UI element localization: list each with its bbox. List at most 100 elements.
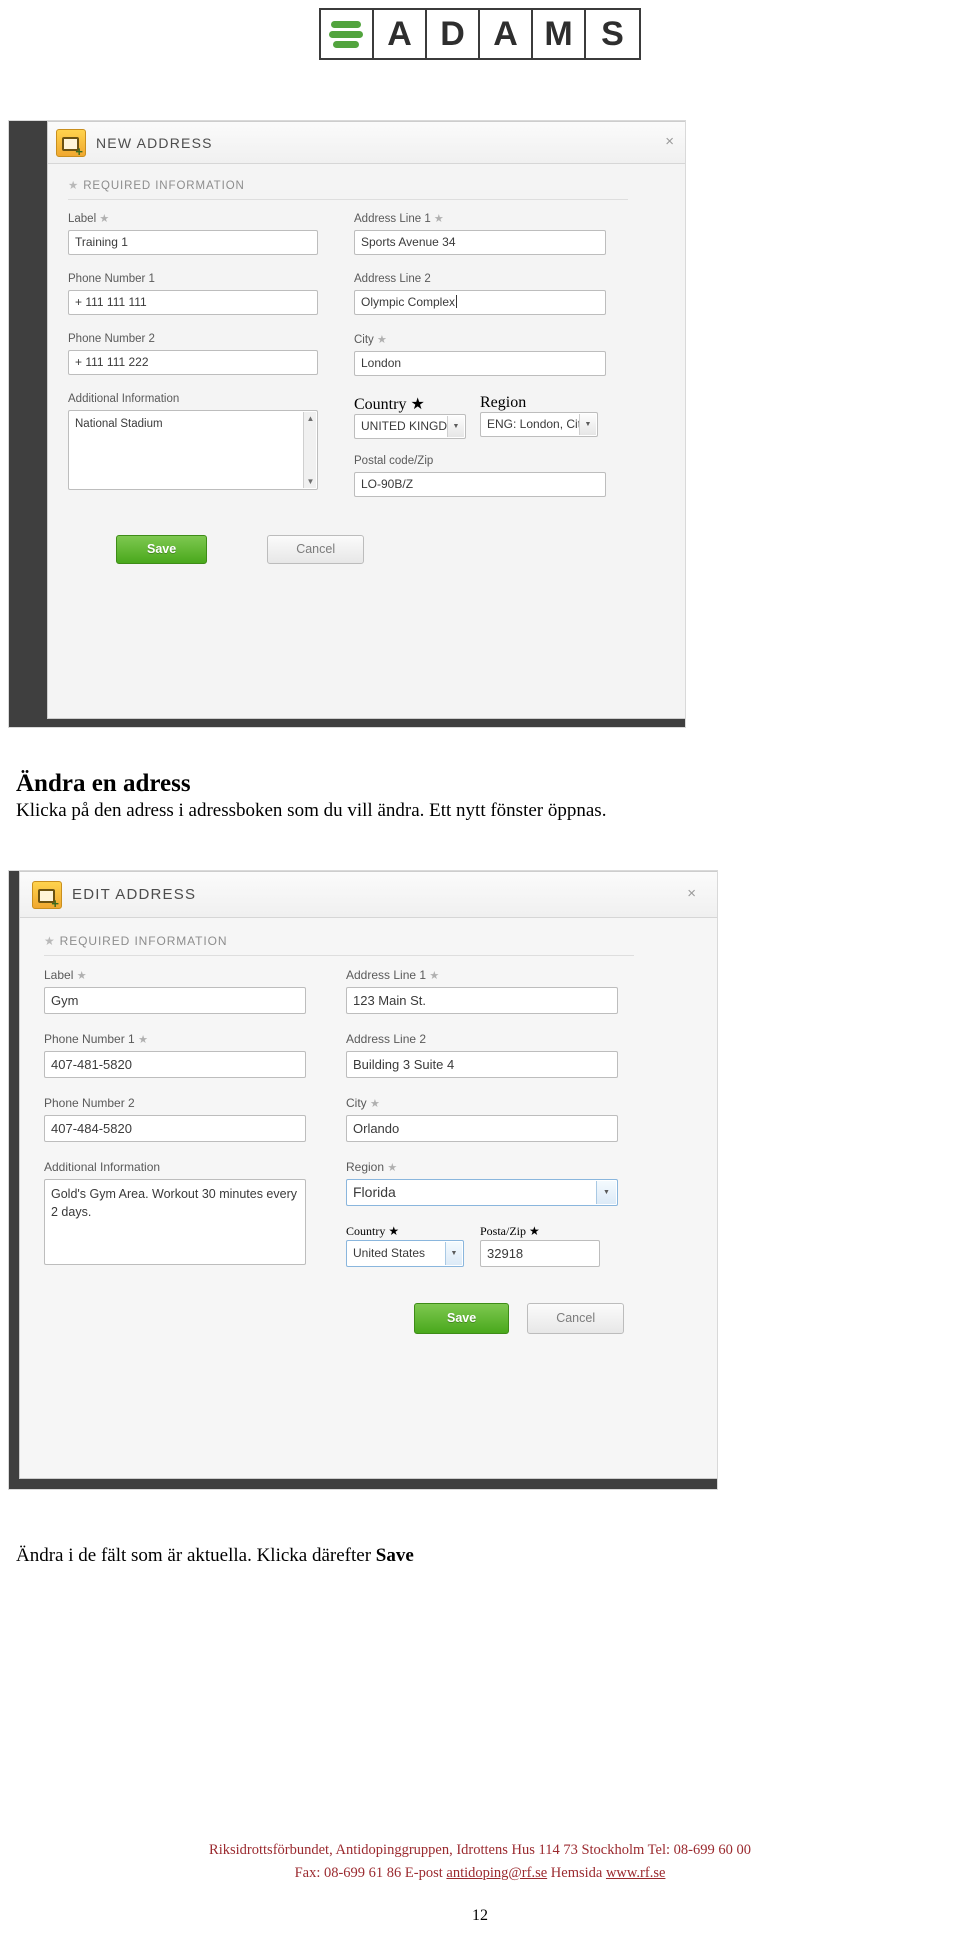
chevron-down-icon[interactable]: ▼ xyxy=(447,416,464,437)
field-phone-1: Phone Number 1 ★ 407-481-5820 xyxy=(44,1032,306,1078)
screenshot-edit-address: EDIT ADDRESS × ★REQUIRED INFORMATION Lab… xyxy=(8,870,718,1490)
phone-1-input[interactable]: 407-481-5820 xyxy=(44,1051,306,1078)
chevron-down-icon[interactable]: ▼ xyxy=(445,1242,462,1265)
country-caption: Country xyxy=(346,1224,386,1238)
required-star-icon: ★ xyxy=(429,970,440,982)
phone-1-input[interactable]: + 111 111 111 xyxy=(68,290,318,315)
region-value: ENG: London, Cit xyxy=(487,417,582,431)
dialog-buttons: Save Cancel xyxy=(68,509,666,582)
country-value: United States xyxy=(353,1246,426,1260)
additional-information-caption: Additional Information xyxy=(68,393,180,405)
edit-address-icon xyxy=(32,880,62,910)
region-select[interactable]: ENG: London, Cit ▼ xyxy=(480,412,598,437)
form-column-right: Address Line 1 ★ 123 Main St. Address Li… xyxy=(346,968,618,1277)
required-star-icon: ★ xyxy=(68,180,80,192)
scroll-up-icon[interactable]: ▲ xyxy=(304,412,317,425)
address-line-2-input[interactable]: Building 3 Suite 4 xyxy=(346,1051,618,1078)
region-select[interactable]: Florida ▼ xyxy=(346,1179,618,1206)
required-star-icon: ★ xyxy=(99,213,110,225)
required-star-icon: ★ xyxy=(387,1162,398,1174)
country-select[interactable]: UNITED KINGD ▼ xyxy=(354,414,466,439)
dialog-title-bar: EDIT ADDRESS × xyxy=(20,872,717,918)
required-star-icon: ★ xyxy=(529,1224,540,1238)
city-input[interactable]: London xyxy=(354,351,606,376)
label-input[interactable]: Gym xyxy=(44,987,306,1014)
page-number: 12 xyxy=(472,1907,488,1924)
address-line-2-caption: Address Line 2 xyxy=(354,273,431,285)
postal-code-input[interactable]: 32918 xyxy=(480,1240,600,1267)
logo-letter-d: D xyxy=(427,10,480,58)
city-input[interactable]: Orlando xyxy=(346,1115,618,1142)
instruction-save-keyword: Save xyxy=(375,1545,414,1566)
close-icon[interactable]: × xyxy=(687,886,696,901)
field-country: Country ★ UNITED KINGD ▼ xyxy=(354,394,466,439)
form-column-left: Label ★ Gym Phone Number 1 ★ 407-481-582… xyxy=(44,968,306,1277)
field-address-line-2: Address Line 2 Building 3 Suite 4 xyxy=(346,1032,618,1078)
form-columns: Label ★ Gym Phone Number 1 ★ 407-481-582… xyxy=(44,968,694,1277)
instruction-paragraph-2-text: Ändra i de fält som är aktuella. Klicka … xyxy=(16,1545,376,1566)
field-label-caption: Label xyxy=(68,213,97,225)
logo-letter-a1: A xyxy=(374,10,427,58)
address-line-1-input[interactable]: 123 Main St. xyxy=(346,987,618,1014)
field-address-line-2: Address Line 2 Olympic Complex xyxy=(354,273,606,315)
required-star-icon: ★ xyxy=(44,934,56,948)
field-address-line-1: Address Line 1 ★ Sports Avenue 34 xyxy=(354,212,606,255)
region-caption: Region xyxy=(346,1160,385,1174)
browser-bottom-gutter xyxy=(9,718,685,727)
dialog-title: NEW ADDRESS xyxy=(96,134,213,151)
field-region: Region ★ Florida ▼ xyxy=(346,1160,618,1206)
field-phone-2: Phone Number 2 + 111 111 222 xyxy=(68,333,318,375)
chevron-down-icon[interactable]: ▼ xyxy=(579,414,596,435)
save-button[interactable]: Save xyxy=(116,535,208,564)
instruction-paragraph-1: Klicka på den adress i adressboken som d… xyxy=(16,800,607,821)
field-region: Region ENG: London, Cit ▼ xyxy=(480,394,598,439)
adams-leaf-icon xyxy=(321,10,374,58)
phone-2-input[interactable]: 407-484-5820 xyxy=(44,1115,306,1142)
field-label: Label ★ Gym xyxy=(44,968,306,1014)
label-input[interactable]: Training 1 xyxy=(68,230,318,255)
additional-information-textarea[interactable]: National Stadium ▲ ▼ xyxy=(68,410,318,490)
field-city: City ★ Orlando xyxy=(346,1096,618,1142)
dialog-buttons: Save Cancel xyxy=(44,1277,694,1352)
footer-line-1: Riksidrottsförbundet, Antidopinggruppen,… xyxy=(209,1841,751,1858)
region-value: Florida xyxy=(353,1184,396,1200)
dialog-body: ★ REQUIRED INFORMATION Label ★ Training 1… xyxy=(48,164,685,582)
footer-site-text: Hemsida xyxy=(547,1864,606,1881)
edit-address-dialog: EDIT ADDRESS × ★REQUIRED INFORMATION Lab… xyxy=(19,871,717,1479)
footer-line-2: Fax: 08-699 61 86 E-post antidoping@rf.s… xyxy=(0,1862,960,1885)
city-caption: City xyxy=(354,334,374,346)
field-phone-1: Phone Number 1 + 111 111 111 xyxy=(68,273,318,315)
form-column-left: Label ★ Training 1 Phone Number 1 + 111 … xyxy=(68,212,318,509)
screenshot-new-address: NEW ADDRESS × ★REQUIRED INFORMATION Labe… xyxy=(8,120,686,728)
city-caption: City xyxy=(346,1096,367,1110)
phone-2-input[interactable]: + 111 111 222 xyxy=(68,350,318,375)
address-line-2-value: Olympic Complex xyxy=(361,295,456,309)
cancel-button[interactable]: Cancel xyxy=(267,535,365,564)
field-postal-code: Postal code/Zip LO-90B/Z xyxy=(354,455,606,497)
phone-1-caption: Phone Number 1 xyxy=(44,1032,135,1046)
close-icon[interactable]: × xyxy=(665,134,674,149)
address-line-1-input[interactable]: Sports Avenue 34 xyxy=(354,230,606,255)
additional-information-textarea[interactable]: Gold's Gym Area. Workout 30 minutes ever… xyxy=(44,1179,306,1265)
logo-letter-a2: A xyxy=(480,10,533,58)
scroll-down-icon[interactable]: ▼ xyxy=(304,475,317,488)
footer-email-link[interactable]: antidoping@rf.se xyxy=(446,1865,547,1881)
required-star-icon: ★ xyxy=(76,970,87,982)
required-information-header: ★ REQUIRED INFORMATION xyxy=(44,934,634,956)
adams-logo: A D A M S xyxy=(0,0,960,60)
new-address-icon xyxy=(56,128,86,158)
cancel-button[interactable]: Cancel xyxy=(527,1303,625,1334)
save-button[interactable]: Save xyxy=(414,1303,510,1334)
dialog-title-bar: NEW ADDRESS × xyxy=(48,122,685,164)
field-address-line-1: Address Line 1 ★ 123 Main St. xyxy=(346,968,618,1014)
new-address-dialog: NEW ADDRESS × ★REQUIRED INFORMATION Labe… xyxy=(47,121,685,719)
footer-website-link[interactable]: www.rf.se xyxy=(606,1865,665,1881)
postal-code-input[interactable]: LO-90B/Z xyxy=(354,472,606,497)
form-column-right: Address Line 1 ★ Sports Avenue 34 Addres… xyxy=(354,212,606,509)
address-line-2-input[interactable]: Olympic Complex xyxy=(354,290,606,315)
textarea-scrollbar[interactable]: ▲ ▼ xyxy=(303,412,316,488)
field-country: Country ★ United States ▼ xyxy=(346,1222,464,1267)
postal-code-caption: Postal code/Zip xyxy=(354,455,434,467)
chevron-down-icon[interactable]: ▼ xyxy=(596,1181,616,1204)
country-select[interactable]: United States ▼ xyxy=(346,1240,464,1267)
